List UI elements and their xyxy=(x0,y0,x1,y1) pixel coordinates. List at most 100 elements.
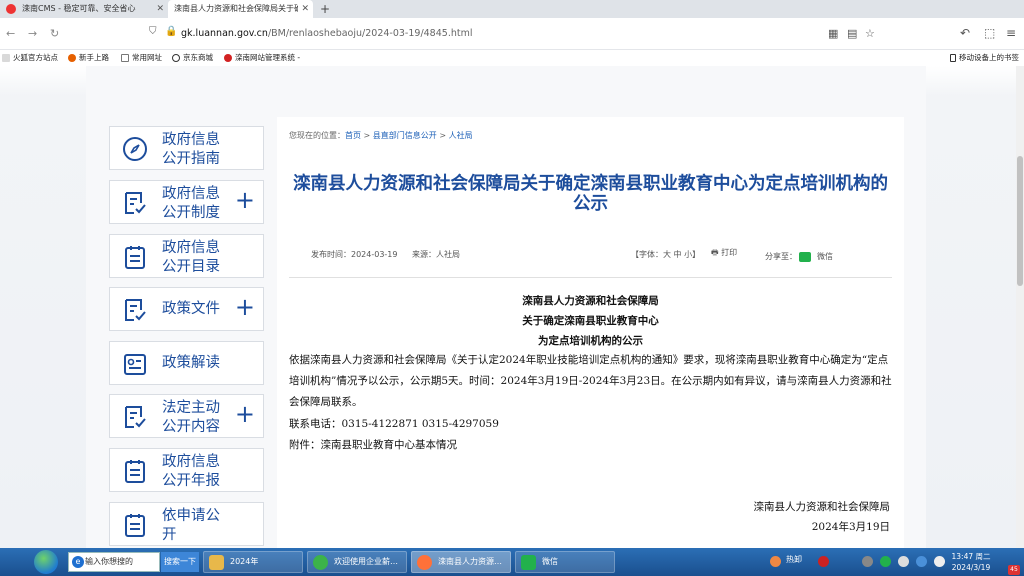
tab-cms[interactable]: 滦南CMS - 稳定可靠、安全省心 ✕ xyxy=(0,0,168,18)
list-icon xyxy=(125,460,145,483)
sidebar-item-policy-files[interactable]: 政策文件 + xyxy=(109,287,264,331)
bookmark-item[interactable]: 常用网址 xyxy=(121,52,162,63)
address-bar[interactable]: ⛉ 🔒 gk.luannan.gov.cn/BM/renlaoshebaoju/… xyxy=(145,24,885,44)
ie-icon: e xyxy=(72,556,84,568)
sidebar-item-label: 政府信息公开年报 xyxy=(162,454,220,489)
attachment-link[interactable]: 附件：滦南县职业教育中心基本情况 xyxy=(289,437,457,452)
mobile-bookmarks[interactable]: 移动设备上的书签 xyxy=(950,52,1019,63)
list-icon xyxy=(125,514,145,537)
breadcrumb: 您现在的位置：首页 > 县直部门信息公开 > 人社局 xyxy=(289,131,473,140)
divider xyxy=(289,277,892,278)
article-source: 来源：人社局 xyxy=(412,250,460,259)
tray-app-icon[interactable] xyxy=(770,556,781,567)
breadcrumb-hr-bureau[interactable]: 人社局 xyxy=(449,131,473,140)
site-icon xyxy=(224,54,232,62)
bookmark-item[interactable]: 火狐官方站点 xyxy=(2,52,58,63)
tray-wechat-icon[interactable] xyxy=(880,556,891,567)
close-icon[interactable]: ✕ xyxy=(156,0,164,18)
sidebar-item-rules[interactable]: 政府信息公开制度 + xyxy=(109,180,264,224)
tray-keyboard-icon[interactable] xyxy=(934,556,945,567)
list-icon xyxy=(125,246,145,269)
publish-time: 发布时间：2024-03-19 xyxy=(311,250,398,259)
extensions-icon[interactable]: ⬚ xyxy=(984,26,995,40)
windows-start-icon[interactable] xyxy=(34,550,58,574)
signature-org: 滦南县人力资源和社会保障局 xyxy=(753,501,891,513)
menu-icon[interactable]: ≡ xyxy=(1006,26,1016,40)
notification-badge[interactable]: 45 xyxy=(1008,565,1020,575)
lock-icon[interactable]: 🔒 xyxy=(165,26,177,37)
reload-icon[interactable]: ↻ xyxy=(50,27,59,40)
forward-icon[interactable]: → xyxy=(28,27,37,40)
sidebar-item-label: 政策解读 xyxy=(162,355,220,371)
tray-network-icon[interactable] xyxy=(898,556,909,567)
shield-icon[interactable]: ⛉ xyxy=(149,26,157,37)
taskbar-search-button[interactable]: 搜索一下 xyxy=(161,552,199,572)
printer-icon: 🖶 xyxy=(711,248,719,257)
taskbar-item-wechat[interactable]: 微信 xyxy=(515,551,615,573)
tab-bar: 滦南CMS - 稳定可靠、安全省心 ✕ 滦南县人力资源和社会保障局关于确定 ✕ … xyxy=(0,0,1024,18)
share-bar: 分享至： 微信 xyxy=(765,251,833,262)
expand-plus-icon[interactable]: + xyxy=(235,294,255,320)
sidebar-item-catalog[interactable]: 政府信息公开目录 xyxy=(109,234,264,278)
back-icon[interactable]: ← xyxy=(6,27,15,40)
scrollbar-thumb[interactable] xyxy=(1017,156,1023,286)
expand-plus-icon[interactable]: + xyxy=(235,187,255,213)
new-tab-button[interactable]: + xyxy=(320,0,330,18)
qr-code-icon[interactable]: ▦ xyxy=(828,27,838,40)
sidebar-item-label: 政府信息公开指南 xyxy=(162,132,220,167)
tray-app-icon[interactable] xyxy=(818,556,829,567)
taskbar-item-payroll[interactable]: 欢迎使用企业薪… xyxy=(307,551,407,573)
bookmark-item[interactable]: 京东商城 xyxy=(172,52,213,63)
sidebar-item-on-request[interactable]: 依申请公开 xyxy=(109,502,264,546)
tray-app-icon[interactable] xyxy=(862,556,873,567)
firefox-icon xyxy=(68,54,76,62)
history-icon[interactable]: ↶ xyxy=(960,26,970,40)
tab-label: 滦南CMS - 稳定可靠、安全省心 xyxy=(22,4,136,13)
tray-label[interactable]: 热卸 xyxy=(786,554,802,565)
breadcrumb-departments[interactable]: 县直部门信息公开 xyxy=(373,131,437,140)
sidebar-item-guide[interactable]: 政府信息公开指南 xyxy=(109,126,264,170)
tab-label: 滦南县人力资源和社会保障局关于确定 xyxy=(174,4,298,13)
signature-date: 2024年3月19日 xyxy=(811,521,890,533)
sidebar-item-statutory[interactable]: 法定主动公开内容 + xyxy=(109,394,264,438)
bookmark-item[interactable]: 滦南网站管理系统 - xyxy=(224,52,300,63)
bookmark-item[interactable]: 新手上路 xyxy=(68,52,109,63)
document-check-icon xyxy=(125,299,146,321)
scrollbar[interactable] xyxy=(1016,66,1024,548)
sidebar-item-label: 政府信息公开制度 xyxy=(162,186,220,221)
breadcrumb-home[interactable]: 首页 xyxy=(345,131,361,140)
tray-volume-icon[interactable] xyxy=(916,556,927,567)
font-size-switch[interactable]: 【字体：大 中 小】 xyxy=(631,249,700,260)
expand-plus-icon[interactable]: + xyxy=(235,401,255,427)
tab-active-article[interactable]: 滦南县人力资源和社会保障局关于确定 ✕ xyxy=(168,0,313,18)
article-container: 您现在的位置：首页 > 县直部门信息公开 > 人社局 滦南县人力资源和社会保障局… xyxy=(277,117,904,548)
wechat-icon[interactable] xyxy=(799,251,811,262)
wechat-icon xyxy=(521,555,536,570)
nav-bar: ← → ↻ ⛉ 🔒 gk.luannan.gov.cn/BM/renlaoshe… xyxy=(0,18,1024,50)
print-button[interactable]: 🖶 打印 xyxy=(711,247,737,261)
doc-heading-line: 为定点培训机构的公示 xyxy=(538,335,643,347)
reader-view-icon[interactable]: ▤ xyxy=(847,27,857,40)
sidebar-item-annual-report[interactable]: 政府信息公开年报 xyxy=(109,448,264,492)
sidebar-item-policy-interpretation[interactable]: 政策解读 xyxy=(109,341,264,385)
url-text[interactable]: gk.luannan.gov.cn/BM/renlaoshebaoju/2024… xyxy=(181,28,472,39)
contact-phone: 联系电话：0315-4122871 0315-4297059 xyxy=(289,418,499,430)
firefox-icon xyxy=(6,3,16,14)
sidebar-item-label: 政府信息公开目录 xyxy=(162,240,220,275)
taskbar-item-firefox[interactable]: 滦南县人力资源… xyxy=(411,551,511,573)
globe-icon xyxy=(172,54,180,62)
bookmarks-bar: 火狐官方站点 新手上路 常用网址 京东商城 滦南网站管理系统 - 移动设备上的书… xyxy=(0,50,1024,66)
firefox-icon xyxy=(417,555,432,570)
doc-heading-line: 关于确定滦南县职业教育中心 xyxy=(522,315,659,327)
mobile-icon xyxy=(950,54,956,62)
taskbar-item-folder[interactable]: 2024年 xyxy=(203,551,303,573)
ie-search-input[interactable]: e 输入你想搜的 xyxy=(68,552,160,572)
folder-icon xyxy=(209,555,224,570)
close-icon[interactable]: ✕ xyxy=(301,0,309,18)
star-icon[interactable]: ☆ xyxy=(865,27,875,40)
system-clock[interactable]: 13:47 周二 2024/3/19 xyxy=(950,551,992,573)
compass-icon xyxy=(123,137,147,161)
url-host: gk.luannan.gov.cn xyxy=(181,28,268,39)
wechat-share-label[interactable]: 微信 xyxy=(817,252,833,261)
folder-icon xyxy=(2,54,10,62)
